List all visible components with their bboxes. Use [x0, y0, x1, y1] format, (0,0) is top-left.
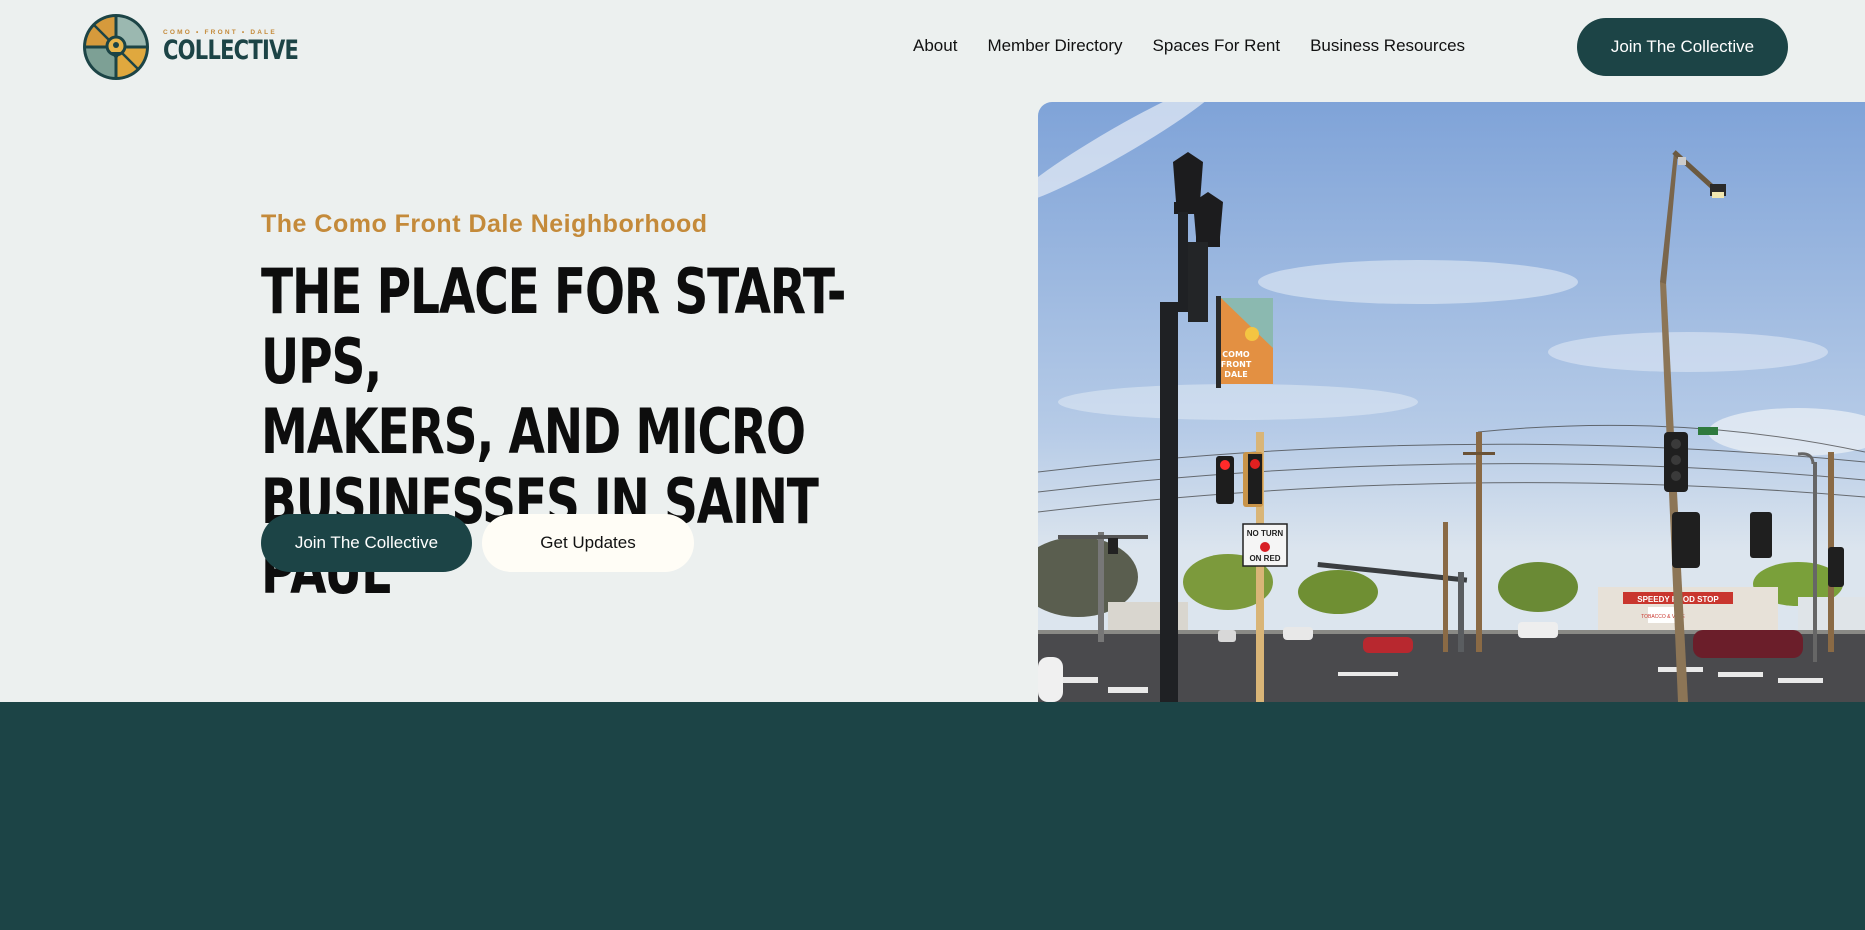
headline-line-1: THE PLACE FOR START-UPS, [261, 255, 846, 398]
hero-get-updates-button[interactable]: Get Updates [482, 514, 694, 572]
hero-join-button[interactable]: Join The Collective [261, 514, 472, 572]
main-nav: About Member Directory Spaces For Rent B… [913, 36, 1495, 56]
nav-spaces-for-rent[interactable]: Spaces For Rent [1153, 36, 1281, 56]
next-section-band [0, 702, 1865, 930]
nav-business-resources[interactable]: Business Resources [1310, 36, 1465, 56]
street-intersection-image: SPEEDY FOOD STOP TOBACCO & VAPE COMO FRO… [1038, 102, 1865, 702]
logo-link[interactable]: COMO • FRONT • DALE COLLECTIVE [81, 12, 299, 82]
sign-line-2: ON RED [1249, 554, 1280, 563]
hero-actions: Join The Collective Get Updates [261, 514, 694, 572]
hero-kicker: The Como Front Dale Neighborhood [261, 210, 708, 238]
header-join-button[interactable]: Join The Collective [1577, 18, 1788, 76]
sign-line-1: NO TURN [1247, 529, 1284, 538]
site-header: COMO • FRONT • DALE COLLECTIVE About Mem… [0, 0, 1865, 95]
collective-logo-icon [83, 14, 149, 80]
hero-photo: SPEEDY FOOD STOP TOBACCO & VAPE COMO FRO… [1038, 102, 1865, 702]
logo-title: COLLECTIVE [163, 34, 299, 66]
banner-line-2: FRONT [1221, 360, 1252, 369]
logo-wordmark: COMO • FRONT • DALE COLLECTIVE [163, 29, 336, 66]
banner-line-3: DALE [1224, 370, 1247, 379]
banner-line-1: COMO [1222, 350, 1250, 359]
nav-about[interactable]: About [913, 36, 957, 56]
headline-line-2: MAKERS, AND MICRO [261, 395, 806, 468]
nav-member-directory[interactable]: Member Directory [987, 36, 1122, 56]
